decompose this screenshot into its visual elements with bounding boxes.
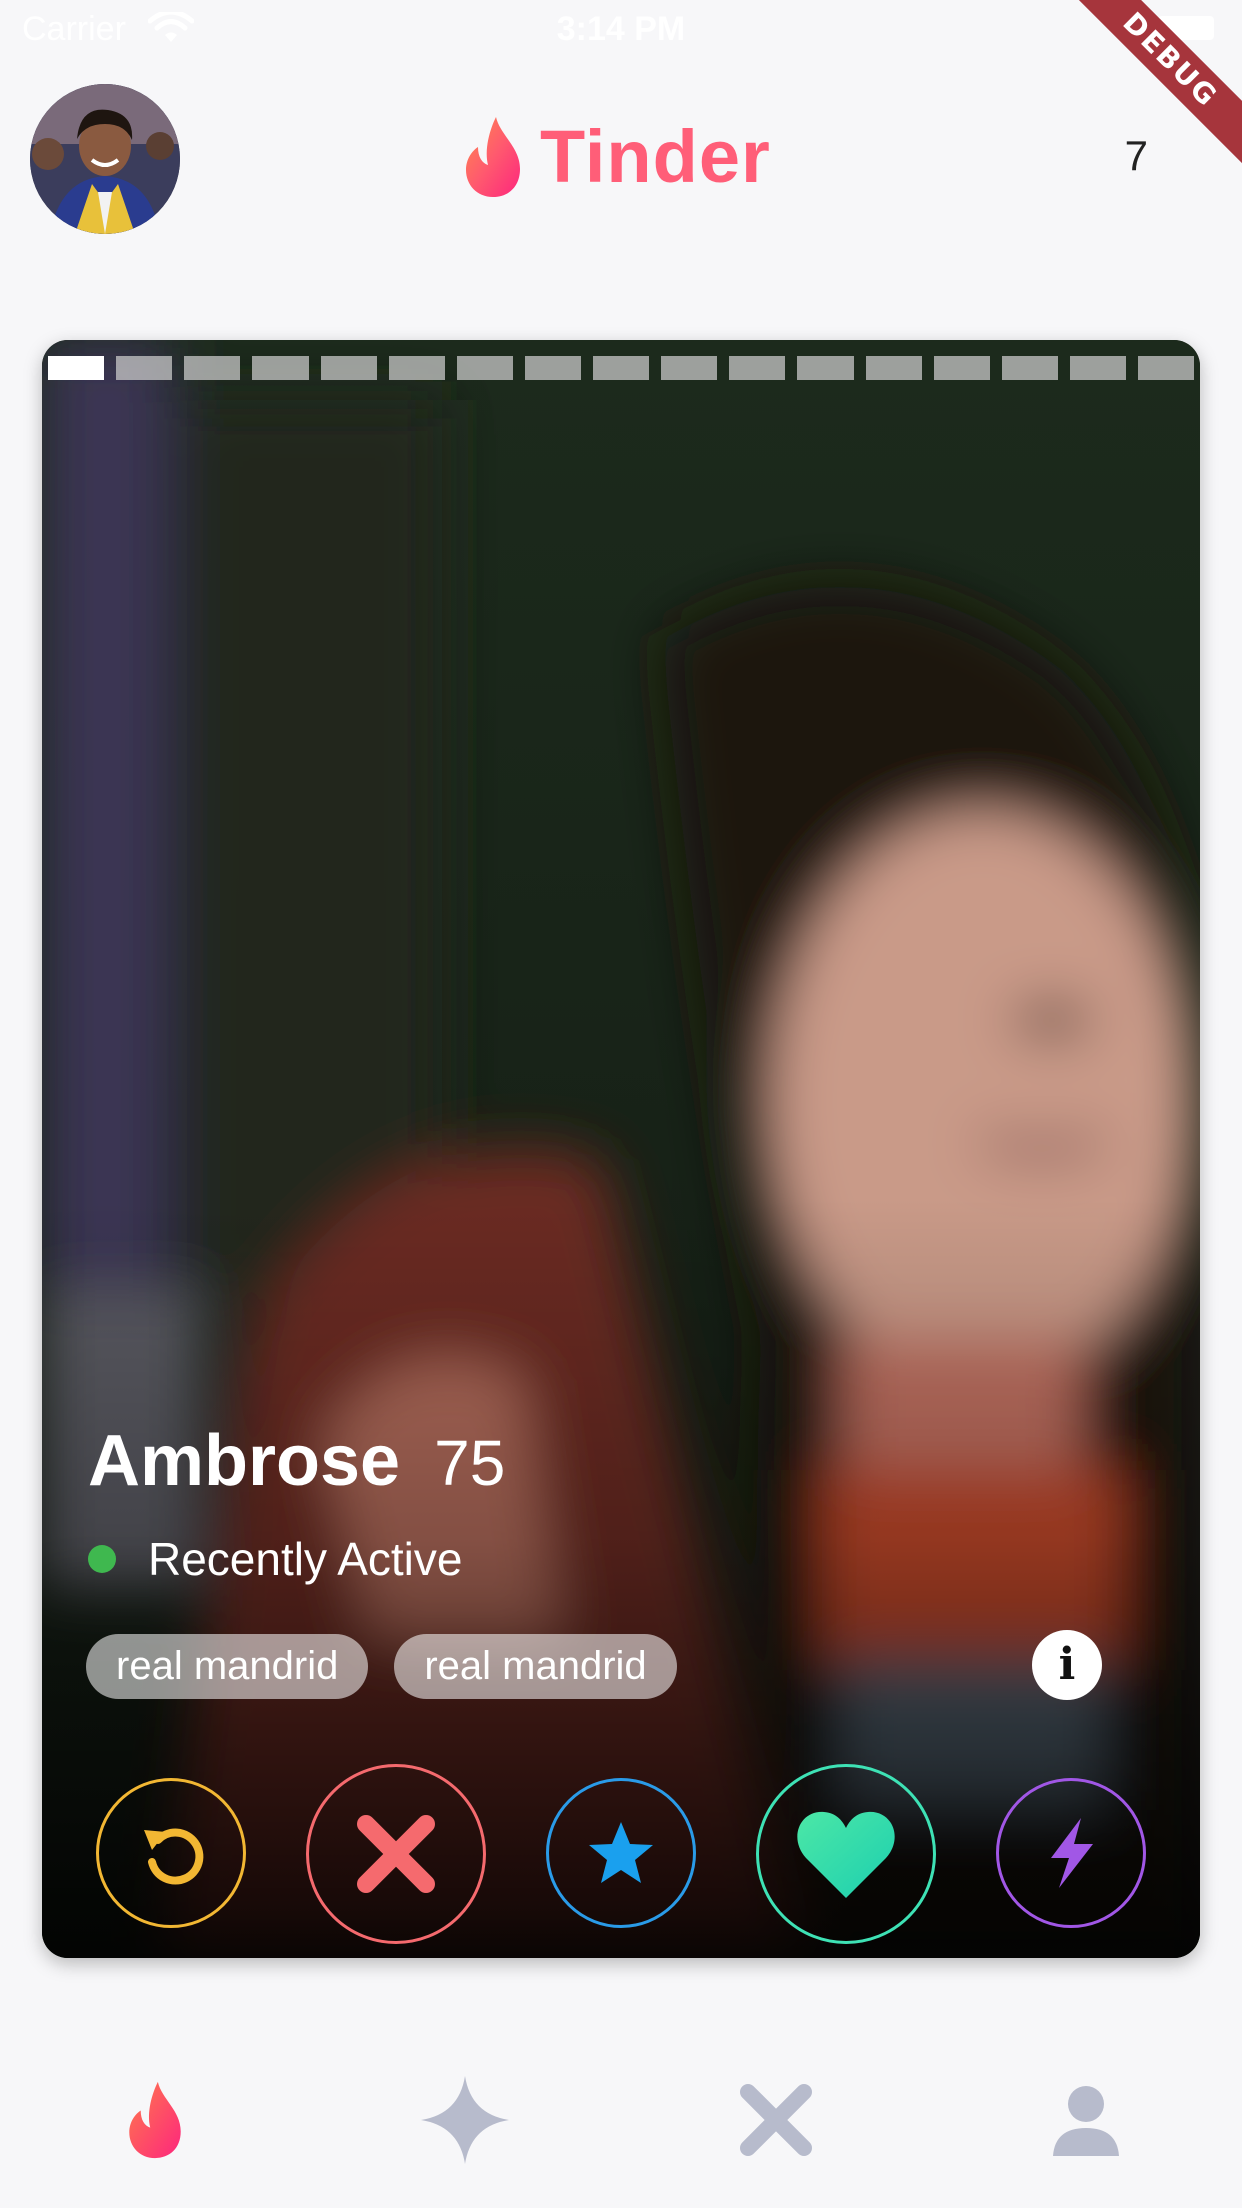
super-like-button[interactable] bbox=[546, 1778, 696, 1928]
profile-name-row: Ambrose 75 bbox=[88, 1420, 505, 1502]
like-button[interactable] bbox=[756, 1764, 936, 1944]
photo-progress-segment bbox=[865, 356, 922, 380]
header: Tinder 7 bbox=[0, 80, 1242, 240]
photo-progress-segment bbox=[388, 356, 445, 380]
photo-progress-bar bbox=[48, 356, 1195, 380]
photo-progress-segment bbox=[593, 356, 650, 380]
interest-tag: real mandrid bbox=[86, 1634, 369, 1699]
photo-progress-segment bbox=[320, 356, 377, 380]
heart-icon bbox=[797, 1811, 895, 1898]
profile-icon bbox=[1053, 2086, 1119, 2156]
photo-progress-segment bbox=[1138, 356, 1195, 380]
photo-progress-segment bbox=[524, 356, 581, 380]
activity-status: Recently Active bbox=[88, 1532, 462, 1586]
match-counter[interactable]: 7 bbox=[1125, 132, 1148, 180]
undo-icon bbox=[144, 1828, 204, 1885]
photo-progress-segment bbox=[1001, 356, 1058, 380]
activity-status-label: Recently Active bbox=[148, 1533, 463, 1585]
photo-progress-segment bbox=[116, 356, 173, 380]
nav-top-picks[interactable] bbox=[405, 2060, 525, 2180]
photo-progress-segment bbox=[729, 356, 786, 380]
action-bar bbox=[42, 1764, 1200, 1948]
nope-button[interactable] bbox=[306, 1764, 486, 1944]
photo-progress-segment bbox=[48, 356, 105, 380]
active-dot-icon bbox=[88, 1545, 116, 1573]
app-brand: Tinder bbox=[460, 114, 771, 199]
bottom-navigation bbox=[0, 2060, 1242, 2180]
star-icon bbox=[589, 1822, 653, 1883]
lightning-icon bbox=[1051, 1818, 1093, 1888]
photo-progress-segment bbox=[797, 356, 854, 380]
nav-discover[interactable] bbox=[95, 2060, 215, 2180]
interest-tag: real mandrid bbox=[394, 1634, 677, 1699]
photo-progress-segment bbox=[661, 356, 718, 380]
sparkle-icon bbox=[421, 2076, 509, 2164]
photo-progress-segment bbox=[1069, 356, 1126, 380]
status-time: 3:14 PM bbox=[556, 10, 686, 48]
boost-button[interactable] bbox=[996, 1778, 1146, 1928]
profile-card[interactable]: Ambrose 75 Recently Active real mandrid … bbox=[42, 340, 1200, 1958]
photo-progress-segment bbox=[252, 356, 309, 380]
photo-progress-segment bbox=[456, 356, 513, 380]
nav-profile[interactable] bbox=[1026, 2060, 1146, 2180]
photo-progress-segment bbox=[184, 356, 241, 380]
avatar-image bbox=[30, 84, 180, 234]
profile-name: Ambrose bbox=[88, 1421, 401, 1501]
interest-tags: real mandrid real mandrid bbox=[86, 1634, 677, 1699]
flame-icon bbox=[466, 116, 520, 197]
profile-age: 75 bbox=[434, 1427, 506, 1499]
close-icon bbox=[740, 2084, 812, 2156]
avatar[interactable] bbox=[30, 84, 180, 234]
close-icon bbox=[357, 1815, 435, 1893]
rewind-button[interactable] bbox=[96, 1778, 246, 1928]
flame-icon bbox=[129, 2081, 181, 2159]
status-bar: Carrier 3:14 PM bbox=[0, 0, 1242, 60]
app-name: Tinder bbox=[540, 115, 771, 198]
photo-progress-segment bbox=[933, 356, 990, 380]
info-button[interactable]: i bbox=[1032, 1630, 1102, 1700]
nav-matches[interactable] bbox=[716, 2060, 836, 2180]
